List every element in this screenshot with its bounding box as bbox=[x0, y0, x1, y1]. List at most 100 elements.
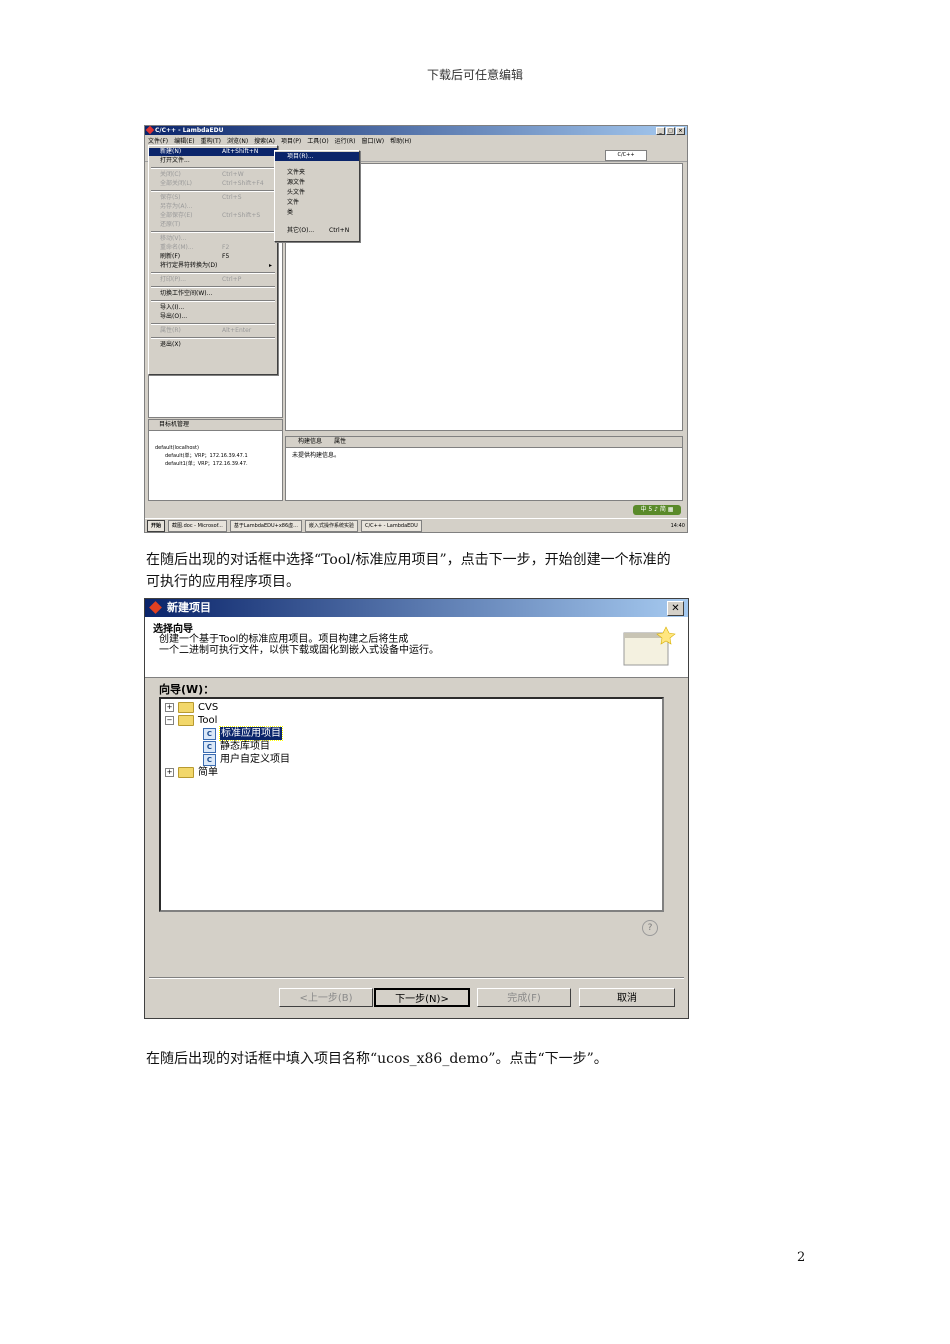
file-menu-item[interactable]: 全部关闭(L) Ctrl+Shift+F4 bbox=[149, 180, 277, 188]
target-node[interactable]: default1(单；VRP；172.16.39.47. bbox=[155, 460, 248, 468]
tree-row-standard-app[interactable]: C 标准应用项目 bbox=[203, 726, 283, 741]
submenu-item[interactable]: 头文件 bbox=[275, 188, 359, 197]
expand-icon[interactable]: + bbox=[165, 703, 174, 712]
submenu-item[interactable]: 项目(R)... bbox=[275, 152, 359, 161]
menu-project[interactable]: 项目(P) bbox=[281, 136, 301, 145]
tree-label: 标准应用项目 bbox=[219, 726, 283, 741]
folder-icon bbox=[178, 702, 194, 713]
build-panel-tabs: 构建信息 属性 bbox=[286, 437, 682, 448]
tree-label: 用户自定义项目 bbox=[220, 754, 290, 765]
finish-button[interactable]: 完成(F) bbox=[477, 988, 571, 1007]
help-icon[interactable]: ? bbox=[642, 920, 658, 936]
start-button[interactable]: 开始 bbox=[147, 519, 166, 532]
target-manager-panel: 目标机管理 default(localhost) default(单；VRP；1… bbox=[148, 419, 283, 501]
minimize-icon[interactable]: _ bbox=[656, 127, 665, 135]
tab-properties[interactable]: 属性 bbox=[334, 437, 346, 447]
folder-open-icon bbox=[178, 715, 194, 726]
file-menu-item[interactable]: 切换工作空间(W)... bbox=[149, 290, 277, 298]
tree-row-cvs[interactable]: + CVS bbox=[165, 701, 218, 714]
submenu-item[interactable]: 源文件 bbox=[275, 178, 359, 187]
menu-search[interactable]: 搜索(A) bbox=[254, 136, 275, 145]
menu-separator bbox=[151, 231, 275, 233]
cancel-button[interactable]: 取消 bbox=[579, 988, 675, 1007]
expand-icon[interactable]: + bbox=[165, 768, 174, 777]
submenu-item[interactable]: 其它(O)... Ctrl+N bbox=[275, 226, 359, 235]
file-menu-item[interactable]: 打开文件... bbox=[149, 157, 277, 165]
tree-row-tool[interactable]: − Tool bbox=[165, 714, 217, 727]
back-button[interactable]: <上一步(B) bbox=[279, 988, 373, 1007]
app-icon bbox=[149, 601, 162, 614]
file-menu-item[interactable]: 将行定界符转换为(D) ▸ bbox=[149, 262, 277, 270]
new-project-dialog: 新建项目 ✕ 选择向导 创建一个基于Tool的标准应用项目。项目构建之后将生成 … bbox=[144, 598, 689, 1019]
wizard-banner-icon bbox=[623, 626, 676, 666]
target-node[interactable]: default(单；VRP；172.16.39.47.1 bbox=[155, 452, 248, 460]
taskbar-item[interactable]: 截图.doc - Microsof... bbox=[168, 519, 227, 532]
tree-row-custom[interactable]: C 用户自定义项目 bbox=[203, 753, 290, 766]
close-icon[interactable]: × bbox=[676, 127, 685, 135]
menu-separator bbox=[151, 167, 275, 169]
taskbar-item[interactable]: 嵌入式操作系统实验 bbox=[304, 519, 358, 532]
file-menu-item[interactable]: 刷新(F) F5 bbox=[149, 253, 277, 261]
menu-separator bbox=[151, 337, 275, 339]
file-menu-item[interactable]: 退出(X) bbox=[149, 341, 277, 349]
file-menu-item[interactable]: 导入(I)... bbox=[149, 304, 277, 312]
file-menu-item[interactable]: 打印(P)... Ctrl+P bbox=[149, 276, 277, 284]
menu-navigate[interactable]: 浏览(N) bbox=[227, 136, 248, 145]
submenu-item[interactable]: 类 bbox=[275, 208, 359, 217]
tree-label: CVS bbox=[198, 702, 219, 713]
collapse-icon[interactable]: − bbox=[165, 716, 174, 725]
file-menu-item[interactable]: 关闭(C) Ctrl+W bbox=[149, 171, 277, 179]
tree-label: 静态库项目 bbox=[220, 741, 270, 752]
description-line: 创建一个基于Tool的标准应用项目。项目构建之后将生成 bbox=[159, 634, 409, 645]
target-manager-tab[interactable]: 目标机管理 bbox=[149, 420, 282, 431]
dialog-titlebar: 新建项目 ✕ bbox=[145, 599, 688, 617]
ime-indicator[interactable]: 中 5 ♪ 简 ▦ bbox=[633, 505, 681, 515]
menu-separator bbox=[151, 190, 275, 192]
page-header: 下载后可任意编辑 bbox=[426, 68, 523, 82]
file-menu-item[interactable]: 移动(V)... bbox=[149, 235, 277, 243]
ide-titlebar: C/C++ - LambdaEDU _ □ × bbox=[145, 126, 687, 135]
target-node[interactable]: default(localhost) bbox=[155, 444, 248, 452]
taskbar-item[interactable]: C/C++ - LambdaEDU bbox=[360, 519, 422, 532]
ide-title: C/C++ - LambdaEDU bbox=[155, 127, 224, 134]
menu-window[interactable]: 窗口(W) bbox=[362, 136, 385, 145]
file-menu-dropdown: 新建(N) Alt+Shift+N 打开文件... 关闭(C) Ctrl+W 全部关… bbox=[148, 145, 278, 375]
menu-help[interactable]: 帮助(H) bbox=[390, 136, 411, 145]
menu-refactor[interactable]: 重构(T) bbox=[201, 136, 221, 145]
perspective-button[interactable]: C/C++ bbox=[605, 150, 647, 161]
submenu-item[interactable]: 文件夹 bbox=[275, 168, 359, 177]
app-icon bbox=[145, 126, 155, 135]
menu-separator bbox=[151, 272, 275, 274]
taskbar-item[interactable]: 基于LambdaEDU+x86虚... bbox=[229, 519, 302, 532]
tray-clock: 14:40 bbox=[670, 522, 685, 529]
tree-row-static-lib[interactable]: C 静态库项目 bbox=[203, 740, 270, 753]
dialog-title: 新建项目 bbox=[167, 601, 211, 614]
maximize-icon[interactable]: □ bbox=[666, 127, 675, 135]
menu-file[interactable]: 文件(F) bbox=[148, 136, 168, 145]
file-menu-item[interactable]: 还原(T) bbox=[149, 221, 277, 229]
new-submenu: 项目(R)... 文件夹 源文件 头文件 文件 类 其它(O)... Ctrl+N bbox=[274, 150, 360, 242]
description-line: 一个二进制可执行文件，以供下载或固化到嵌入式设备中运行。 bbox=[159, 645, 439, 656]
file-menu-item[interactable]: 保存(S) Ctrl+S bbox=[149, 194, 277, 202]
file-menu-item[interactable]: 属性(R) Alt+Enter bbox=[149, 327, 277, 335]
next-button[interactable]: 下一步(N)> bbox=[374, 988, 470, 1007]
file-menu-item[interactable]: 重命名(M)... F2 bbox=[149, 244, 277, 252]
file-menu-item[interactable]: 导出(O)... bbox=[149, 313, 277, 321]
tree-label: Tool bbox=[198, 715, 218, 726]
file-menu-item[interactable]: 新建(N) Alt+Shift+N bbox=[149, 148, 277, 156]
menu-edit[interactable]: 编辑(E) bbox=[174, 136, 194, 145]
file-menu-item[interactable]: 另存为(A)... bbox=[149, 203, 277, 211]
file-menu-item[interactable]: 全部保存(E) Ctrl+Shift+S bbox=[149, 212, 277, 220]
close-icon[interactable]: ✕ bbox=[667, 601, 684, 616]
tree-label: 简单 bbox=[198, 767, 218, 778]
tab-build-info[interactable]: 构建信息 bbox=[298, 437, 322, 447]
tree-row-simple[interactable]: + 简单 bbox=[165, 766, 218, 779]
submenu-item[interactable]: 文件 bbox=[275, 198, 359, 207]
paragraph-1-line-2: 可执行的应用程序项目。 bbox=[146, 574, 300, 590]
wizard-banner: 选择向导 创建一个基于Tool的标准应用项目。项目构建之后将生成 一个二进制可执… bbox=[145, 617, 688, 678]
button-separator bbox=[149, 977, 684, 979]
menu-separator bbox=[151, 323, 275, 325]
wizard-description: 创建一个基于Tool的标准应用项目。项目构建之后将生成 一个二进制可执行文件，以… bbox=[159, 634, 439, 656]
menu-tools[interactable]: 工具(O) bbox=[307, 136, 328, 145]
menu-run[interactable]: 运行(R) bbox=[335, 136, 356, 145]
